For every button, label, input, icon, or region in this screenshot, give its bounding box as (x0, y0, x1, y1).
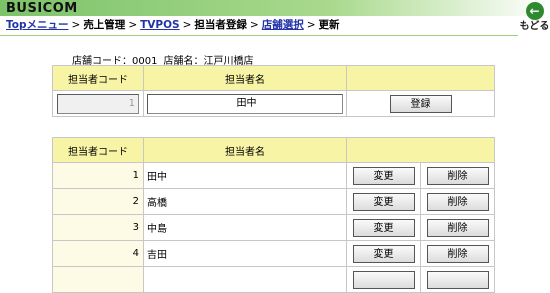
delete-button[interactable] (426, 270, 489, 289)
delete-button[interactable]: 削除 (426, 166, 489, 185)
table-row: 4 吉田 変更 削除 (52, 240, 495, 267)
delete-button[interactable]: 削除 (426, 192, 489, 211)
row-staff-name (143, 266, 347, 293)
register-form-table: 担当者コード 担当者名 1 田中 登録 (52, 65, 495, 117)
list-header-staff-name: 担当者名 (143, 137, 347, 163)
breadcrumb-separator: > (249, 19, 259, 31)
change-button[interactable]: 変更 (352, 192, 415, 211)
register-cell: 登録 (346, 90, 495, 117)
breadcrumb-separator: > (71, 19, 81, 31)
delete-button[interactable]: 削除 (426, 244, 489, 263)
table-row: 1 田中 変更 削除 (52, 162, 495, 189)
breadcrumb-sales-mgmt: 売上管理 (83, 19, 126, 31)
breadcrumb-staff-register: 担当者登録 (194, 19, 247, 31)
staff-list-table: 担当者コード 担当者名 1 田中 変更 削除 2 高橋 変更 削除 3 中島 変… (52, 137, 495, 293)
row-staff-code: 1 (52, 162, 144, 189)
staff-code-input[interactable]: 1 (57, 93, 139, 114)
breadcrumb-separator: > (128, 19, 138, 31)
delete-button[interactable]: 削除 (426, 218, 489, 237)
row-staff-name: 高橋 (143, 188, 347, 215)
breadcrumb-store-select[interactable]: 店舗選択 (262, 19, 304, 31)
header-staff-code: 担当者コード (52, 65, 144, 91)
table-row: 2 高橋 変更 削除 (52, 188, 495, 215)
breadcrumb-current-update: 更新 (318, 19, 340, 31)
breadcrumb-separator: > (182, 19, 192, 31)
list-header-actions (346, 137, 495, 163)
breadcrumb-tvpos[interactable]: TVPOS (140, 19, 179, 31)
row-staff-code: 4 (52, 240, 144, 267)
header-bar (0, 0, 550, 16)
row-staff-name: 田中 (143, 162, 347, 189)
change-button[interactable] (352, 270, 415, 289)
staff-code-cell: 1 (52, 90, 144, 117)
table-row (52, 266, 495, 293)
list-header-staff-code: 担当者コード (52, 137, 144, 163)
row-staff-code (52, 266, 144, 293)
change-button[interactable]: 変更 (352, 166, 415, 185)
row-staff-name: 中島 (143, 214, 347, 241)
register-button[interactable]: 登録 (389, 94, 452, 113)
back-button-label: もどる (519, 21, 550, 32)
header-actions (346, 65, 495, 91)
breadcrumb: Topメニュー > 売上管理 > TVPOS > 担当者登録 > 店舗選択 > 更新 (6, 17, 506, 34)
breadcrumb-top-menu[interactable]: Topメニュー (6, 19, 69, 31)
app-logo: BUSICOM (6, 1, 78, 16)
change-button[interactable]: 変更 (352, 244, 415, 263)
table-row: 3 中島 変更 削除 (52, 214, 495, 241)
breadcrumb-divider (0, 35, 518, 36)
breadcrumb-separator: > (306, 19, 316, 31)
row-staff-code: 2 (52, 188, 144, 215)
back-button[interactable]: ← もどる (519, 2, 550, 34)
staff-name-cell: 田中 (143, 90, 347, 117)
staff-name-input[interactable]: 田中 (147, 93, 343, 114)
header-staff-name: 担当者名 (143, 65, 347, 91)
change-button[interactable]: 変更 (352, 218, 415, 237)
back-arrow-icon: ← (525, 2, 544, 20)
row-staff-name: 吉田 (143, 240, 347, 267)
row-staff-code: 3 (52, 214, 144, 241)
